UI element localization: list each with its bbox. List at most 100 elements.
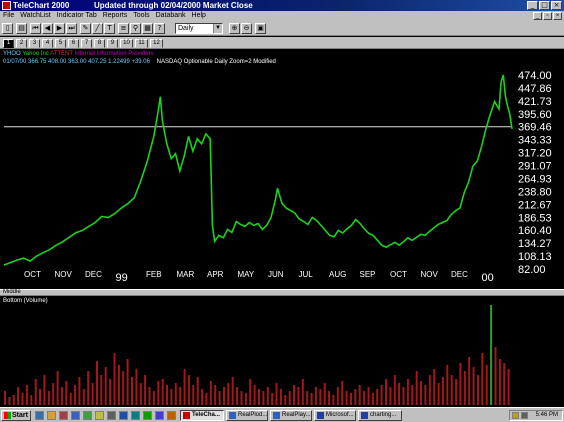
period-select[interactable]: Daily ▼: [175, 23, 223, 34]
scan-icon[interactable]: ≡: [118, 23, 129, 34]
tab-1[interactable]: 1: [3, 39, 14, 48]
y-tick-label: 160.40: [518, 225, 552, 237]
quicklaunch-icon[interactable]: [59, 411, 68, 420]
volume-bar: [187, 375, 190, 405]
first-icon[interactable]: ⏮: [30, 23, 41, 34]
tab-2[interactable]: 2: [16, 39, 27, 48]
quicklaunch-icon[interactable]: [83, 411, 92, 420]
volume-chart-svg: [4, 305, 510, 405]
menu-tools[interactable]: Tools: [130, 11, 152, 21]
volume-bar: [126, 359, 129, 405]
mdi-close-button[interactable]: ×: [553, 12, 562, 20]
task-realplod[interactable]: RealPlod...: [226, 410, 268, 421]
last-icon[interactable]: ⏭: [66, 23, 77, 34]
zoom-out-icon[interactable]: ⊖: [241, 23, 252, 34]
menu-databank[interactable]: Databank: [153, 11, 189, 21]
menu-help[interactable]: Help: [189, 11, 209, 21]
volume-bar: [441, 377, 444, 405]
tab-12[interactable]: 12: [150, 39, 163, 48]
volume-bar: [39, 389, 41, 405]
x-tick-label: MAY: [238, 270, 255, 279]
volume-bar: [65, 381, 68, 405]
menu-watchlist[interactable]: WatchList: [17, 11, 53, 21]
print-icon[interactable]: ▤: [16, 23, 27, 34]
minimize-button[interactable]: _: [527, 1, 538, 10]
quicklaunch-icon[interactable]: [107, 411, 116, 420]
clock[interactable]: 5:46 PM: [536, 411, 558, 420]
quicklaunch-icon[interactable]: [131, 411, 140, 420]
tab-7[interactable]: 7: [81, 39, 92, 48]
volume-bar: [8, 397, 11, 405]
volume-bar: [450, 375, 453, 405]
volume-bar: [459, 363, 462, 405]
tab-3[interactable]: 3: [29, 39, 40, 48]
price-chart[interactable]: YHOO Yahoo Inc ATTENT Internet Informati…: [0, 49, 564, 289]
volume-bar: [262, 391, 265, 405]
tab-6[interactable]: 6: [68, 39, 79, 48]
find-icon[interactable]: ⚲: [130, 23, 141, 34]
task-microsoft[interactable]: Microsof...: [314, 410, 356, 421]
tab-9[interactable]: 9: [107, 39, 118, 48]
volume-bar: [341, 381, 344, 405]
volume-pane[interactable]: Bottom (Volume): [0, 297, 564, 407]
maximize-button[interactable]: □: [539, 1, 550, 10]
tab-8[interactable]: 8: [94, 39, 105, 48]
pencil-icon[interactable]: ✎: [80, 23, 91, 34]
task-charting[interactable]: charting...: [358, 410, 402, 421]
quicklaunch-icon[interactable]: [155, 411, 164, 420]
help-icon[interactable]: ?: [154, 23, 165, 34]
zoom-in-icon[interactable]: ⊕: [229, 23, 240, 34]
menu-file[interactable]: File: [0, 11, 17, 21]
tab-10[interactable]: 10: [120, 39, 133, 48]
app-title: TeleChart 2000: [13, 1, 70, 10]
desktop-icon[interactable]: [35, 411, 44, 420]
task-realplay[interactable]: RealPlay...: [270, 410, 312, 421]
menu-indicator-tab[interactable]: Indicator Tab: [54, 11, 100, 21]
close-button[interactable]: ×: [551, 1, 562, 10]
volume-bar: [463, 371, 466, 405]
y-tick-label: 317.20: [518, 148, 552, 160]
volume-bar: [223, 387, 225, 405]
window-status-title: Updated through 02/04/2000 Market Close: [94, 1, 253, 10]
browser-icon[interactable]: [47, 411, 56, 420]
realplayer-icon: [273, 412, 280, 419]
task-label: charting...: [370, 412, 397, 418]
middle-pane-label: Middle: [3, 289, 21, 295]
quicklaunch-icon[interactable]: [119, 411, 128, 420]
tab-11[interactable]: 11: [135, 39, 148, 48]
menu-reports[interactable]: Reports: [100, 11, 131, 21]
previous-icon[interactable]: ◀: [42, 23, 53, 34]
text-tool-icon[interactable]: T: [104, 23, 115, 34]
line-tool-icon[interactable]: ╱: [92, 23, 103, 34]
volume-bar: [183, 369, 186, 405]
quicklaunch-icon[interactable]: [95, 411, 104, 420]
mdi-minimize-button[interactable]: _: [533, 12, 542, 20]
volume-bar: [231, 377, 234, 405]
start-button[interactable]: Start: [1, 410, 31, 421]
tab-4[interactable]: 4: [42, 39, 53, 48]
quicklaunch-icon[interactable]: [71, 411, 80, 420]
volume-bar: [43, 375, 46, 405]
mdi-restore-button[interactable]: ▫: [543, 12, 552, 20]
volume-bar: [170, 389, 173, 405]
document-icon: [361, 412, 368, 419]
chevron-down-icon[interactable]: ▼: [213, 24, 222, 33]
open-icon[interactable]: ▯: [2, 23, 13, 34]
chart-options-icon[interactable]: ▣: [255, 23, 266, 34]
network-icon[interactable]: [521, 412, 528, 419]
volume-icon[interactable]: [512, 412, 519, 419]
tab-5[interactable]: 5: [55, 39, 66, 48]
volume-bar: [96, 361, 98, 405]
quicklaunch-icon[interactable]: [167, 411, 176, 420]
x-tick-label: 00: [482, 272, 494, 284]
quicklaunch-icon[interactable]: [143, 411, 152, 420]
volume-bar: [104, 367, 107, 405]
report-icon[interactable]: ▦: [142, 23, 153, 34]
task-telechart[interactable]: TeleCha...: [180, 410, 224, 421]
middle-pane-divider[interactable]: Middle: [0, 289, 564, 296]
next-icon[interactable]: ▶: [54, 23, 65, 34]
y-tick-label: 212.67: [518, 199, 552, 211]
app-icon[interactable]: [2, 1, 11, 10]
volume-bar: [25, 385, 28, 405]
volume-bar: [244, 393, 247, 405]
